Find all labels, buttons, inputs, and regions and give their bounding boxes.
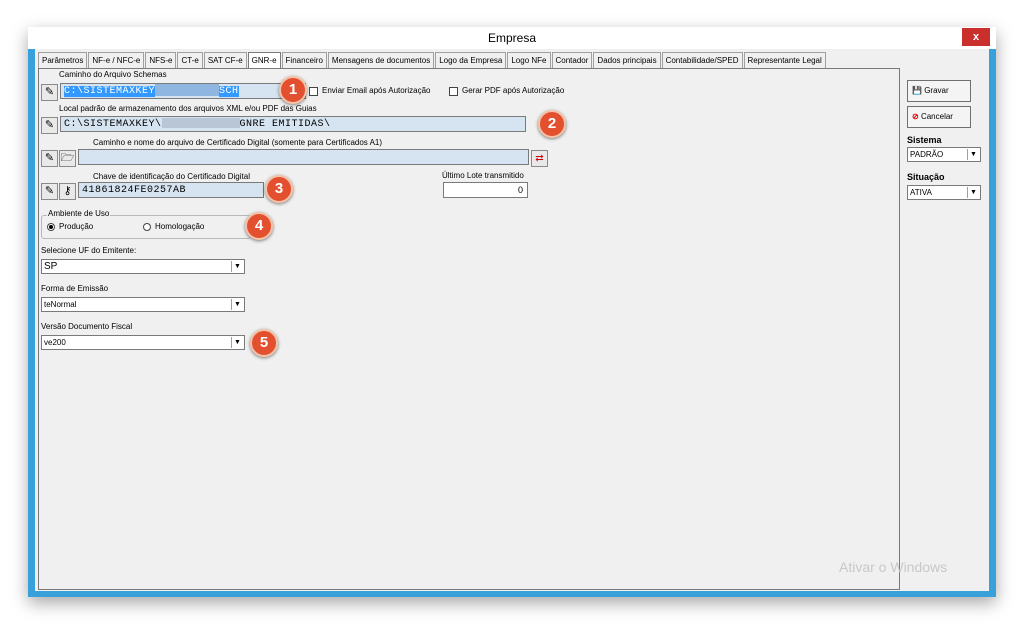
tab-dados-principais[interactable]: Dados principais	[593, 52, 661, 68]
close-button[interactable]: x	[962, 28, 990, 46]
redacted-block	[161, 118, 240, 129]
schemas-path-field[interactable]: C:\SISTEMAXKEY SCH	[60, 83, 306, 99]
redacted-block	[155, 84, 220, 97]
empresa-window: Empresa x Parâmetros NF-e / NFC-e NFS-e CT-…	[28, 27, 996, 597]
key-icon[interactable]: ⚷	[59, 183, 76, 200]
last-batch-field[interactable]: 0	[443, 182, 528, 198]
schemas-path-selected: C:\SISTEMAXKEY	[64, 86, 156, 97]
callout-badge-1: 1	[279, 76, 307, 104]
production-radio-label: Produção	[59, 222, 94, 231]
uf-select[interactable]: SP ▼	[41, 259, 245, 274]
title-bar: Empresa x	[28, 27, 996, 49]
window-client: Parâmetros NF-e / NFC-e NFS-e CT-e SAT CF-e G…	[35, 49, 989, 591]
cancel-button[interactable]: ⊘ Cancelar	[907, 106, 971, 128]
save-button[interactable]: 💾 Gravar	[907, 80, 971, 102]
system-value: PADRÃO	[910, 150, 944, 159]
save-button-label: Gravar	[924, 86, 949, 95]
dropdown-arrow-icon: ▼	[967, 149, 979, 160]
pencil-icon[interactable]: ✎	[41, 150, 58, 167]
floppy-disk-icon: 💾	[912, 86, 922, 95]
window-title: Empresa	[487, 31, 537, 45]
cert-path-label: Caminho e nome do arquivo de Certificado…	[93, 138, 383, 147]
tab-logo-da-empresa[interactable]: Logo da Empresa	[435, 52, 507, 68]
tab-sat-cf-e[interactable]: SAT CF-e	[203, 52, 247, 68]
schemas-label: Caminho do Arquivo Schemas	[59, 70, 167, 79]
uf-label: Selecione UF do Emitente:	[41, 246, 137, 255]
email-checkbox[interactable]	[309, 87, 318, 96]
version-label: Versão Documento Fiscal	[41, 322, 133, 331]
production-radio[interactable]	[47, 223, 55, 231]
tab-contador[interactable]: Contador	[551, 52, 593, 68]
certificate-picker-icon[interactable]: ⇄	[531, 150, 548, 167]
homologation-radio[interactable]	[143, 223, 151, 231]
tab-representante-legal[interactable]: Representante Legal	[743, 52, 826, 68]
status-label: Situação	[907, 172, 945, 182]
storage-path-value: C:\SISTEMAXKEY\	[64, 119, 162, 130]
callout-badge-5: 5	[250, 329, 278, 357]
pencil-icon[interactable]: ✎	[41, 183, 58, 200]
emission-label: Forma de Emissão	[41, 284, 109, 293]
tab-par-metros[interactable]: Parâmetros	[38, 52, 88, 68]
version-select[interactable]: ve200 ▼	[41, 335, 245, 350]
folder-open-icon[interactable]: 🗁	[59, 150, 76, 167]
tab-logo-nfe[interactable]: Logo NFe	[507, 52, 551, 68]
tab-gnr-e[interactable]: GNR-e	[247, 52, 281, 69]
tab-nf-e-nfc-e[interactable]: NF-e / NFC-e	[88, 52, 145, 68]
cert-key-label: Chave de identificação do Certificado Di…	[93, 172, 250, 181]
dropdown-arrow-icon: ▼	[231, 337, 243, 348]
tab-panel-gnre: Caminho do Arquivo Schemas ✎ C:\SISTEMAX…	[38, 68, 947, 590]
tab-mensagens-de-documentos[interactable]: Mensagens de documentos	[327, 52, 435, 68]
dropdown-arrow-icon: ▼	[231, 261, 243, 272]
tab-financeiro[interactable]: Financeiro	[281, 52, 327, 68]
tab-strip: Parâmetros NF-e / NFC-e NFS-e CT-e SAT CF-e G…	[38, 52, 827, 69]
pdf-checkbox[interactable]	[449, 87, 458, 96]
email-checkbox-label: Enviar Email após Autorização	[322, 86, 431, 95]
status-value: ATIVA	[910, 188, 932, 197]
tab-contabilidade-sped[interactable]: Contabilidade/SPED	[661, 52, 743, 68]
pencil-icon[interactable]: ✎	[41, 117, 58, 134]
status-select[interactable]: ATIVA ▼	[907, 185, 981, 200]
dropdown-arrow-icon: ▼	[231, 299, 243, 310]
version-value: ve200	[44, 338, 66, 347]
storage-path-tail: GNRE EMITIDAS\	[239, 119, 331, 130]
schemas-path-tail: SCH	[219, 86, 239, 97]
cert-key-field[interactable]: 41861824FE0257AB	[78, 182, 264, 198]
cancel-icon: ⊘	[912, 112, 919, 121]
system-label: Sistema	[907, 135, 942, 145]
storage-path-field[interactable]: C:\SISTEMAXKEY\ GNRE EMITIDAS\	[60, 116, 526, 132]
emission-select[interactable]: teNormal ▼	[41, 297, 245, 312]
tab-ct-e[interactable]: CT-e	[177, 52, 203, 68]
cancel-button-label: Cancelar	[920, 112, 953, 121]
pencil-icon[interactable]: ✎	[41, 84, 58, 101]
emission-value: teNormal	[44, 300, 77, 309]
tab-nfs-e[interactable]: NFS-e	[145, 52, 177, 68]
uf-value: SP	[44, 261, 58, 272]
pdf-checkbox-label: Gerar PDF após Autorização	[462, 86, 565, 95]
environment-group-label: Ambiente de Uso	[47, 209, 111, 218]
dropdown-arrow-icon: ▼	[967, 187, 979, 198]
cert-path-field[interactable]	[78, 149, 529, 165]
homologation-radio-label: Homologação	[155, 222, 205, 231]
callout-badge-2: 2	[538, 110, 566, 138]
side-panel: 💾 Gravar ⊘ Cancelar Sistema PADRÃO ▼ Situ…	[905, 68, 989, 588]
callout-badge-4: 4	[245, 212, 273, 240]
callout-badge-3: 3	[265, 175, 293, 203]
storage-label: Local padrão de armazenamento dos arquiv…	[59, 104, 317, 113]
last-batch-label: Último Lote transmitido	[442, 171, 524, 180]
system-select[interactable]: PADRÃO ▼	[907, 147, 981, 162]
